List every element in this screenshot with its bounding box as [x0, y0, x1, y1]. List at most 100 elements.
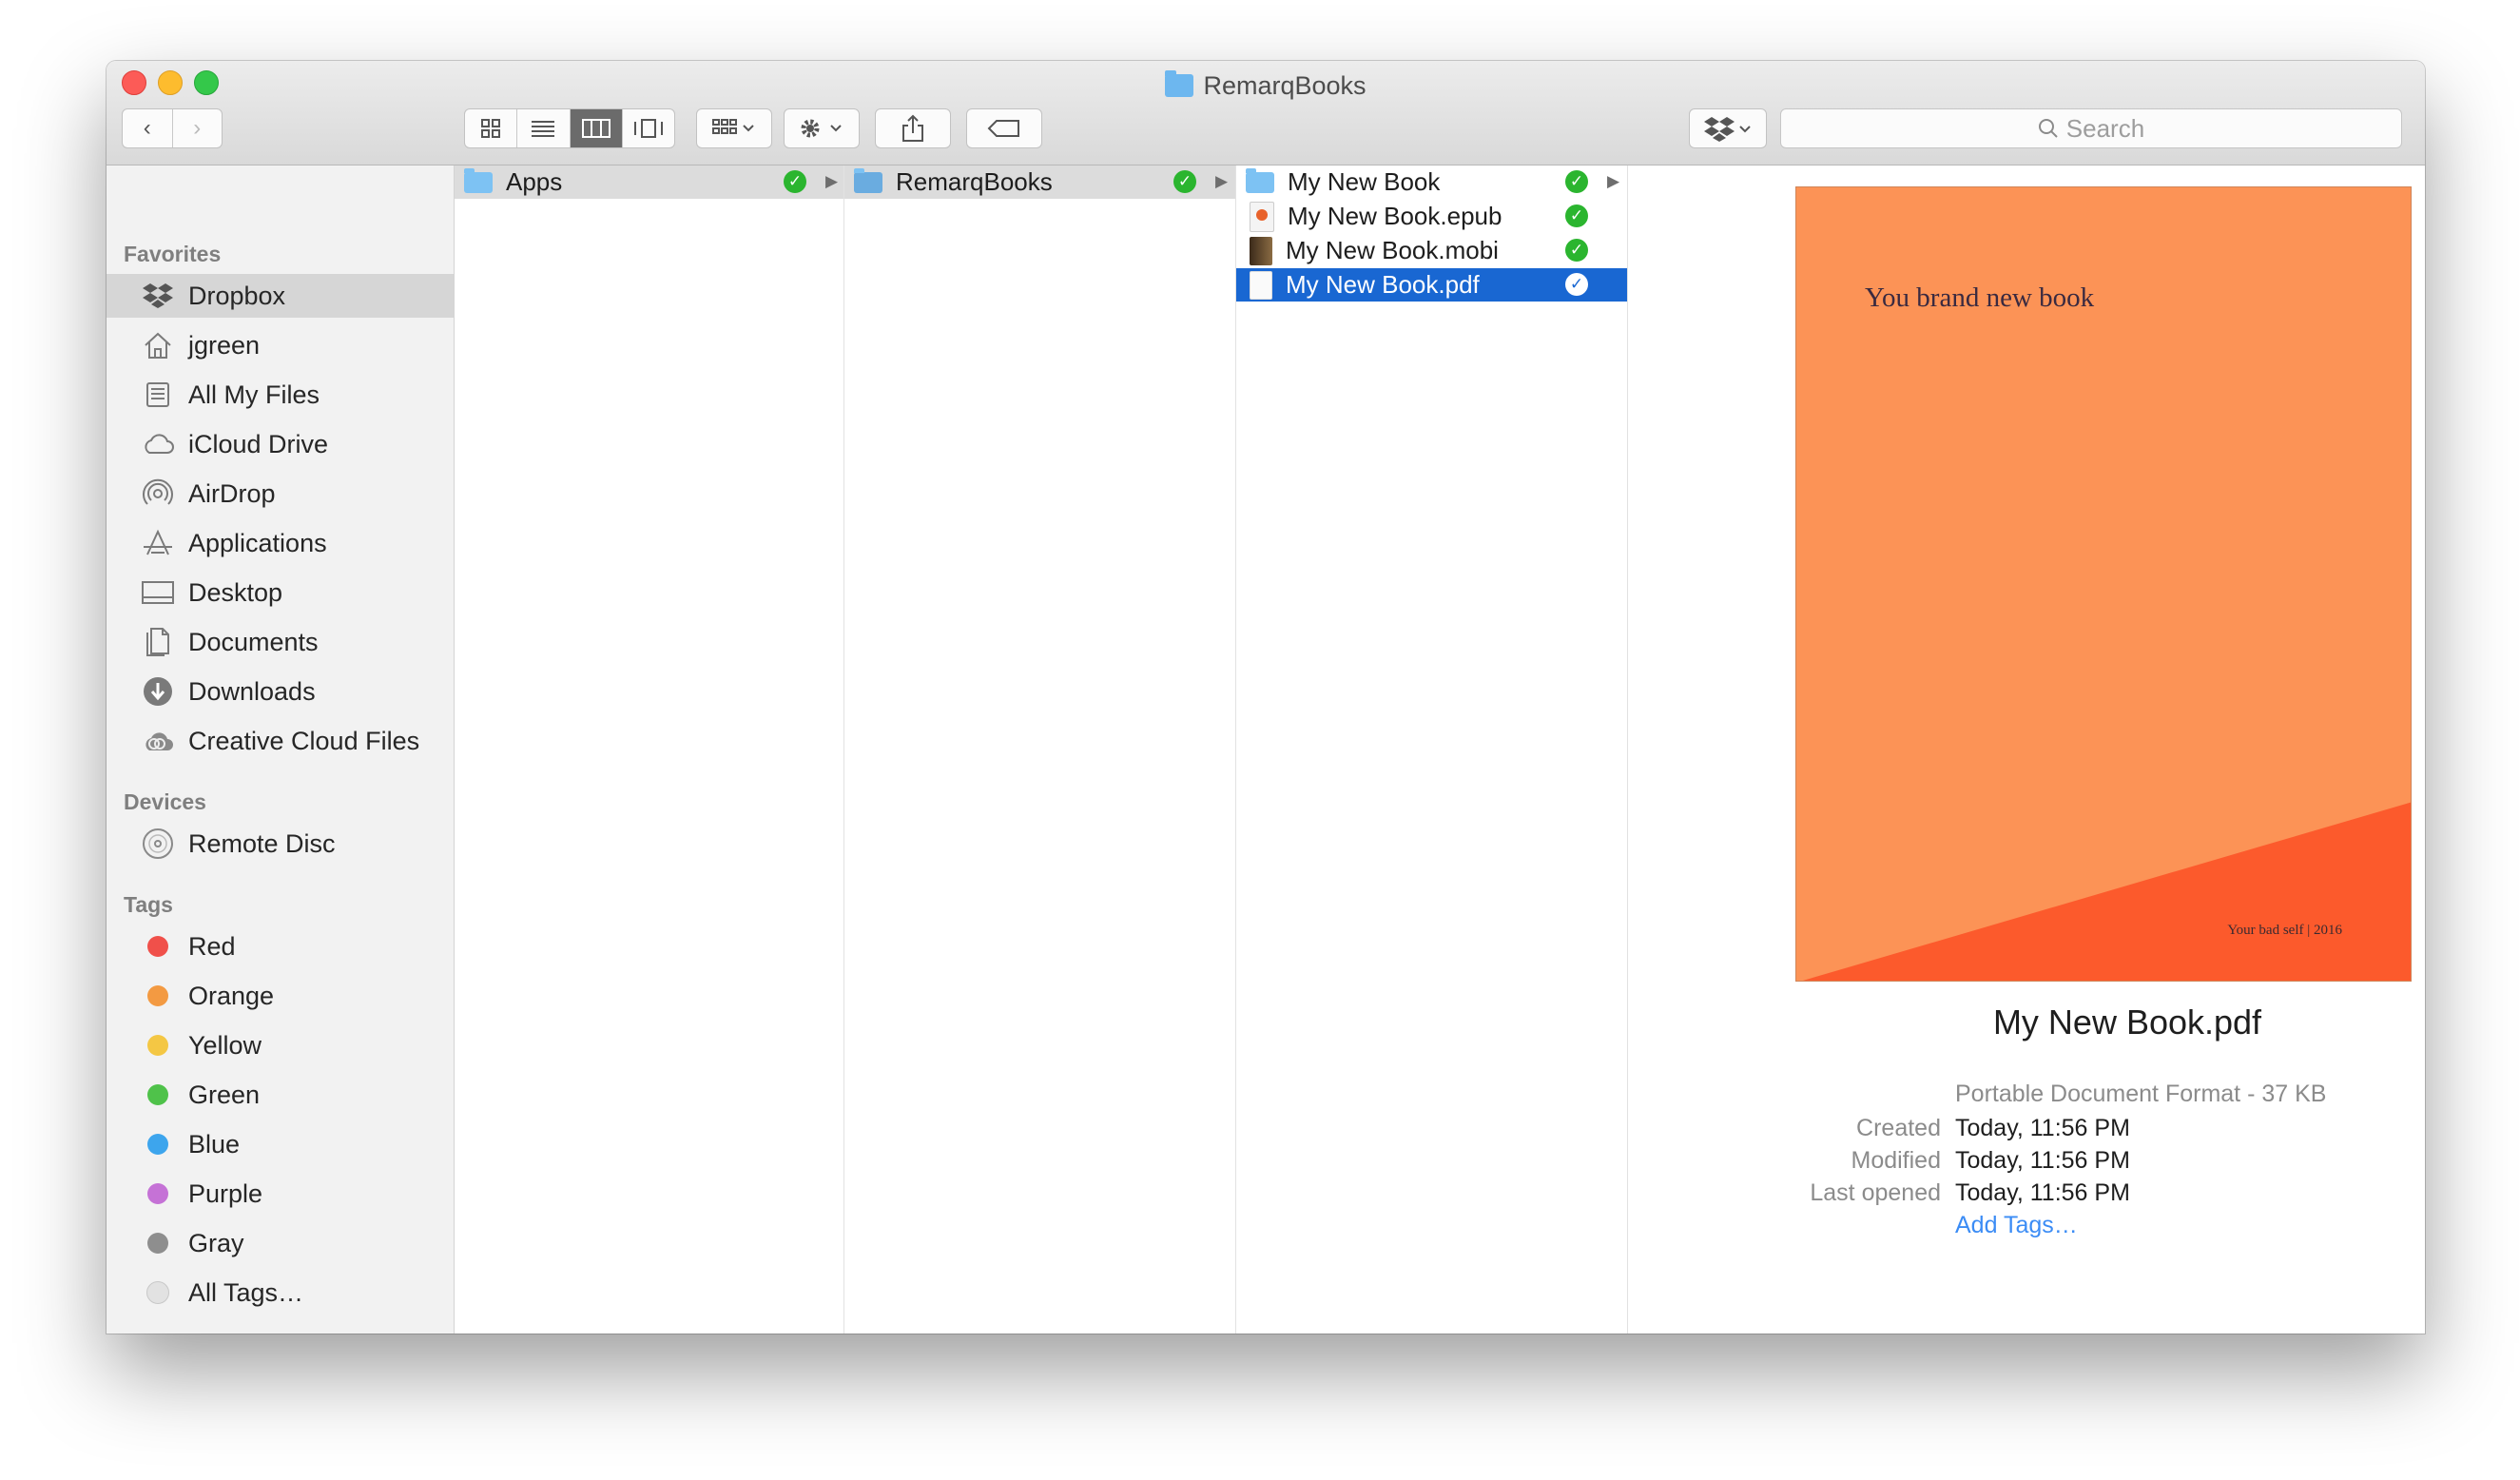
- sidebar-item-label: Gray: [188, 1228, 244, 1257]
- sidebar-item-label: AirDrop: [188, 478, 276, 508]
- sidebar-tag-red[interactable]: Red: [107, 925, 454, 968]
- sidebar-tag-green[interactable]: Green: [107, 1073, 454, 1117]
- desktop-icon: [139, 574, 177, 612]
- row-label: Apps: [506, 167, 563, 196]
- pdf-preview-thumbnail[interactable]: You brand new book Your bad self | 2016: [1795, 186, 2412, 982]
- column-row-apps[interactable]: Apps ✓ ▶: [455, 166, 843, 199]
- sidebar-tag-blue[interactable]: Blue: [107, 1122, 454, 1166]
- share-icon: [902, 114, 923, 142]
- disc-icon: [139, 825, 177, 863]
- sidebar-item-desktop[interactable]: Desktop: [107, 571, 454, 614]
- folder-icon: [1246, 167, 1274, 193]
- modified-label: Modified: [1851, 1147, 1942, 1174]
- yellow-tag-dot-icon: [147, 1035, 168, 1056]
- sidebar-item-label: Applications: [188, 528, 327, 557]
- tags-button[interactable]: [966, 108, 1042, 148]
- sidebar-item-documents[interactable]: Documents: [107, 620, 454, 664]
- last-opened-label: Last opened: [1810, 1179, 1941, 1206]
- dropbox-icon: [1704, 117, 1751, 142]
- folder-icon: [1165, 70, 1194, 97]
- column-row-mobi[interactable]: My New Book.mobi ✓: [1236, 234, 1627, 267]
- tag-icon: [987, 120, 1019, 137]
- column-row-pdf[interactable]: My New Book.pdf ✓: [1236, 268, 1627, 302]
- modified-value: Today, 11:56 PM: [1955, 1147, 2130, 1174]
- preview-file-name: My New Book.pdf: [1992, 1003, 2262, 1042]
- applications-icon: [139, 524, 177, 562]
- share-button[interactable]: [875, 108, 951, 148]
- orange-tag-dot-icon: [147, 985, 168, 1006]
- chevron-right-icon: ›: [193, 115, 202, 141]
- sidebar-item-icloud-drive[interactable]: iCloud Drive: [107, 422, 454, 466]
- browser-column-3: My New Book ✓ ▶ My New Book.epub ✓ My Ne…: [1236, 166, 1628, 1334]
- sidebar-item-applications[interactable]: Applications: [107, 521, 454, 565]
- sync-check-icon: ✓: [1565, 204, 1588, 227]
- sync-check-icon: ✓: [1565, 170, 1588, 193]
- creative-cloud-icon: [139, 722, 177, 760]
- sidebar-item-label: Red: [188, 931, 236, 961]
- sidebar-item-label: Dropbox: [188, 281, 286, 310]
- blue-tag-dot-icon: [147, 1134, 168, 1155]
- browser-column-1: Apps ✓ ▶: [455, 166, 844, 1334]
- created-label: Created: [1856, 1115, 1941, 1141]
- sidebar-item-label: jgreen: [188, 330, 261, 360]
- dropbox-icon: [139, 277, 177, 315]
- list-view-button[interactable]: [517, 109, 571, 147]
- coverflow-view-icon: [633, 119, 663, 138]
- sidebar-tag-orange[interactable]: Orange: [107, 974, 454, 1018]
- sidebar-item-label: All Tags…: [188, 1277, 304, 1307]
- cover-footer: Your bad self | 2016: [2227, 923, 2342, 938]
- sidebar-item-label: Blue: [188, 1129, 241, 1159]
- column-row-my-new-book[interactable]: My New Book ✓ ▶: [1236, 166, 1627, 199]
- sidebar-item-label: Yellow: [188, 1030, 262, 1060]
- cover-title: You brand new book: [1865, 282, 2095, 313]
- column-row-remarqbooks[interactable]: RemarqBooks ✓ ▶: [844, 166, 1235, 199]
- home-icon: [139, 326, 177, 364]
- action-button[interactable]: [784, 108, 860, 148]
- sync-check-icon: ✓: [1565, 273, 1588, 296]
- sidebar-item-airdrop[interactable]: AirDrop: [107, 472, 454, 516]
- all-files-icon: [139, 376, 177, 414]
- search-icon: [2038, 119, 2058, 138]
- search-input[interactable]: Search: [1780, 108, 2402, 148]
- arrange-icon: [712, 119, 754, 134]
- created-value: Today, 11:56 PM: [1955, 1115, 2130, 1141]
- sidebar-item-downloads[interactable]: Downloads: [107, 670, 454, 713]
- sidebar-all-tags[interactable]: All Tags…: [107, 1271, 454, 1314]
- sidebar-item-label: Green: [188, 1080, 261, 1109]
- coverflow-view-button[interactable]: [623, 109, 674, 147]
- sidebar-tag-gray[interactable]: Gray: [107, 1221, 454, 1265]
- dropbox-toolbar-button[interactable]: [1689, 108, 1767, 148]
- icon-view-button[interactable]: [465, 109, 518, 147]
- sidebar-item-jgreen[interactable]: jgreen: [107, 323, 454, 367]
- red-tag-dot-icon: [147, 936, 168, 957]
- column-row-epub[interactable]: My New Book.epub ✓: [1236, 200, 1627, 233]
- forward-button[interactable]: ›: [171, 109, 223, 147]
- sidebar-item-label: Remote Disc: [188, 828, 336, 858]
- disclosure-arrow-icon: ▶: [1607, 172, 1620, 190]
- row-label: RemarqBooks: [896, 167, 1053, 196]
- downloads-icon: [139, 672, 177, 711]
- sidebar-item-creative-cloud-files[interactable]: Creative Cloud Files: [107, 719, 454, 763]
- all-tags-dot-icon: [146, 1281, 169, 1304]
- sidebar-item-dropbox[interactable]: Dropbox: [107, 274, 454, 318]
- nav-buttons: ‹ ›: [122, 108, 223, 148]
- back-button[interactable]: ‹: [123, 109, 172, 147]
- search-placeholder: Search: [2065, 113, 2145, 143]
- add-tags-link[interactable]: Add Tags…: [1955, 1212, 2078, 1239]
- sidebar-item-label: Documents: [188, 627, 319, 656]
- column-view-button[interactable]: [570, 109, 623, 147]
- finder-window: RemarqBooks ‹ › Search Favorites Dropbox…: [107, 61, 2425, 1334]
- sidebar-tag-purple[interactable]: Purple: [107, 1172, 454, 1216]
- gray-tag-dot-icon: [147, 1233, 168, 1254]
- row-label: My New Book.epub: [1288, 202, 1502, 230]
- sidebar-item-remote-disc[interactable]: Remote Disc: [107, 822, 454, 866]
- sidebar-item-label: Creative Cloud Files: [188, 726, 420, 755]
- favorites-header: Favorites: [124, 242, 222, 266]
- column-view-icon: [581, 119, 611, 138]
- gear-icon: [801, 119, 842, 138]
- documents-icon: [139, 623, 177, 661]
- arrange-button[interactable]: [696, 108, 772, 148]
- row-label: My New Book.mobi: [1286, 236, 1499, 264]
- sidebar-tag-yellow[interactable]: Yellow: [107, 1023, 454, 1067]
- sidebar-item-all-my-files[interactable]: All My Files: [107, 373, 454, 417]
